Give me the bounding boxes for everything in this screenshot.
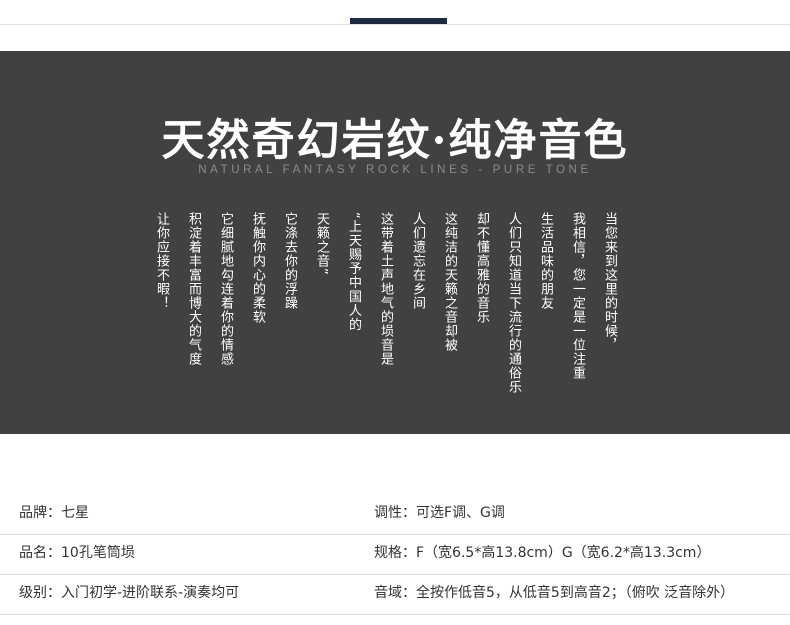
hero-banner: 天然奇幻岩纹·纯净音色 NATURAL FANTASY ROCK LINES -… — [0, 51, 790, 434]
spec-product-name: 品名：10孔笔筒埙 — [19, 545, 135, 561]
banner-subtitle: NATURAL FANTASY ROCK LINES - PURE TONE — [198, 164, 592, 176]
poem-column: 抚触你内心的柔软 — [250, 212, 265, 324]
poem-column: 天籁之音” — [314, 212, 329, 276]
spec-row: 级别：入门初学-进阶联系-演奏均可 音域：全按作低音5，从低音5到高音2；（俯吹… — [0, 575, 790, 615]
poem-column: 人们遗忘在乡间 — [410, 212, 425, 310]
poem-column: 却不懂高雅的音乐 — [474, 212, 489, 324]
poem-column: 这纯洁的天籁之音却被 — [442, 212, 457, 352]
poem-column: 当您来到这里的时候， — [602, 212, 617, 352]
spec-row: 品名：10孔笔筒埙 规格：F（宽6.5*高13.8cm）G（宽6.2*高13.3… — [0, 535, 790, 575]
spec-level: 级别：入门初学-进阶联系-演奏均可 — [19, 585, 240, 601]
poem-column: 生活品味的朋友 — [538, 212, 553, 310]
poem-column: 我相信，您一定是一位注重 — [570, 212, 585, 380]
poem-column: 让你应接不暇！ — [154, 212, 169, 310]
poem-text: 当您来到这里的时候， 我相信，您一定是一位注重 生活品味的朋友 人们只知道当下流… — [154, 212, 625, 432]
spec-brand: 品牌：七星 — [19, 505, 89, 521]
poem-column: 积淀着丰富而博大的气度 — [186, 212, 201, 366]
spec-range: 音域：全按作低音5，从低音5到高音2；（俯吹 泛音除外） — [374, 585, 735, 601]
spec-table: 品牌：七星 调性：可选F调、G调 品名：10孔笔筒埙 规格：F（宽6.5*高13… — [0, 495, 790, 615]
spec-row: 品牌：七星 调性：可选F调、G调 — [0, 495, 790, 535]
top-divider — [0, 24, 790, 25]
poem-column: 它涤去你的浮躁 — [282, 212, 297, 310]
poem-column: 它细腻地勾连着你的情感 — [218, 212, 233, 366]
poem-column: 人们只知道当下流行的通俗乐 — [506, 212, 521, 394]
poem-column: “上天赐予中国人的 — [346, 212, 361, 332]
poem-column: 这带着土声地气的埙音是 — [378, 212, 393, 366]
spec-key: 调性：可选F调、G调 — [374, 505, 505, 521]
spec-dimensions: 规格：F（宽6.5*高13.8cm）G（宽6.2*高13.3cm） — [374, 545, 711, 561]
banner-title: 天然奇幻岩纹·纯净音色 — [161, 116, 629, 166]
